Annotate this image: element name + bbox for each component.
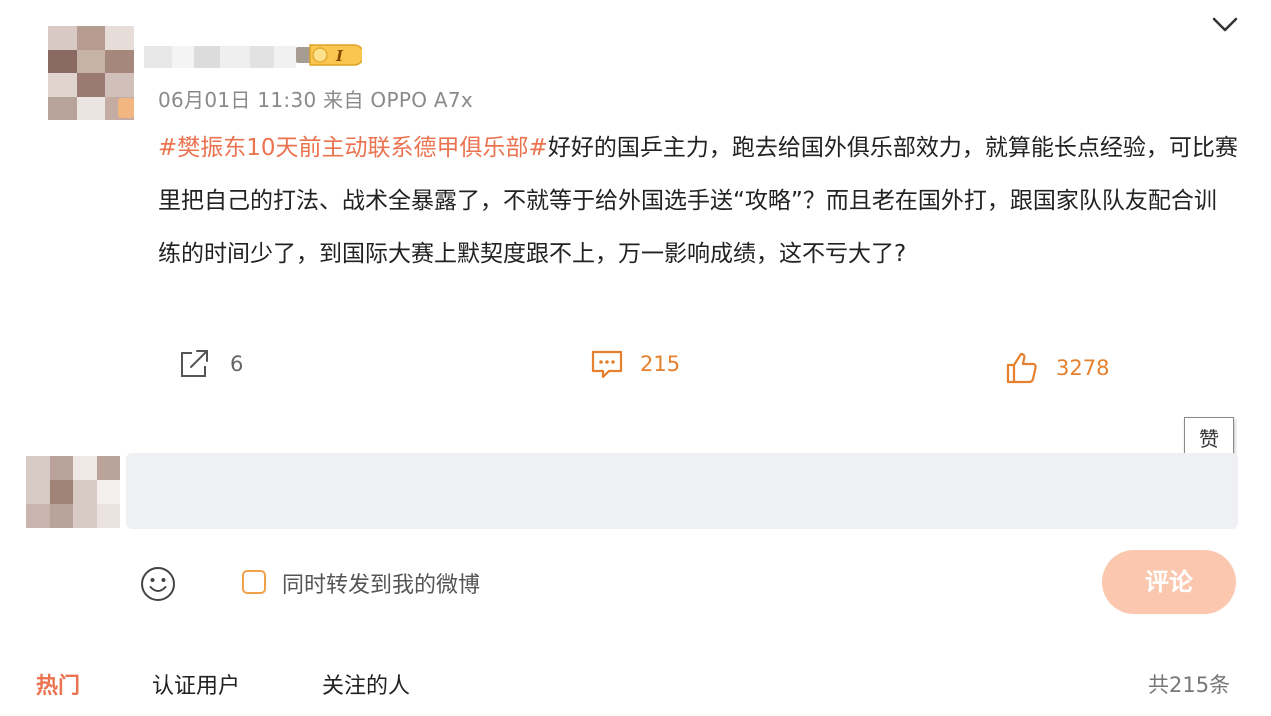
post-source: 来自 OPPO A7x: [323, 88, 474, 112]
tab-hot[interactable]: 热门: [36, 668, 80, 700]
emoji-icon[interactable]: [140, 566, 176, 602]
comment-button[interactable]: 215: [590, 348, 680, 380]
thumbs-up-icon: [1006, 352, 1037, 384]
post-timestamp[interactable]: 06月01日 11:30: [158, 88, 317, 112]
share-icon: [181, 350, 208, 377]
author-name-blurred[interactable]: [144, 46, 296, 68]
repost-checkbox[interactable]: [242, 570, 266, 594]
current-user-avatar: [26, 456, 120, 528]
forward-button[interactable]: 6: [178, 348, 243, 380]
vip-level-label: I: [335, 47, 344, 65]
comment-count: 215: [640, 352, 681, 376]
chevron-down-icon[interactable]: [1210, 14, 1240, 36]
tab-verified-users[interactable]: 认证用户: [152, 668, 240, 700]
comment-icon: [591, 350, 623, 379]
tab-following[interactable]: 关注的人: [322, 668, 410, 700]
vip-badge-icon[interactable]: I: [296, 41, 362, 69]
avatar-verified-badge: [118, 98, 134, 118]
forward-count: 6: [230, 352, 244, 376]
like-button[interactable]: 3278: [1004, 350, 1109, 386]
post-hashtag-link[interactable]: #樊振东10天前主动联系德甲俱乐部#: [158, 135, 548, 161]
repost-label[interactable]: 同时转发到我的微博: [282, 567, 480, 599]
submit-comment-button[interactable]: 评论: [1102, 550, 1236, 614]
like-count: 3278: [1056, 356, 1110, 380]
total-comments: 共215条: [1148, 673, 1231, 697]
comment-input[interactable]: [126, 453, 1238, 529]
post-meta: 06月01日 11:30 来自 OPPO A7x: [158, 84, 473, 113]
post-text: #樊振东10天前主动联系德甲俱乐部#好好的国乒主力，跑去给国外俱乐部效力，就算能…: [158, 122, 1238, 281]
